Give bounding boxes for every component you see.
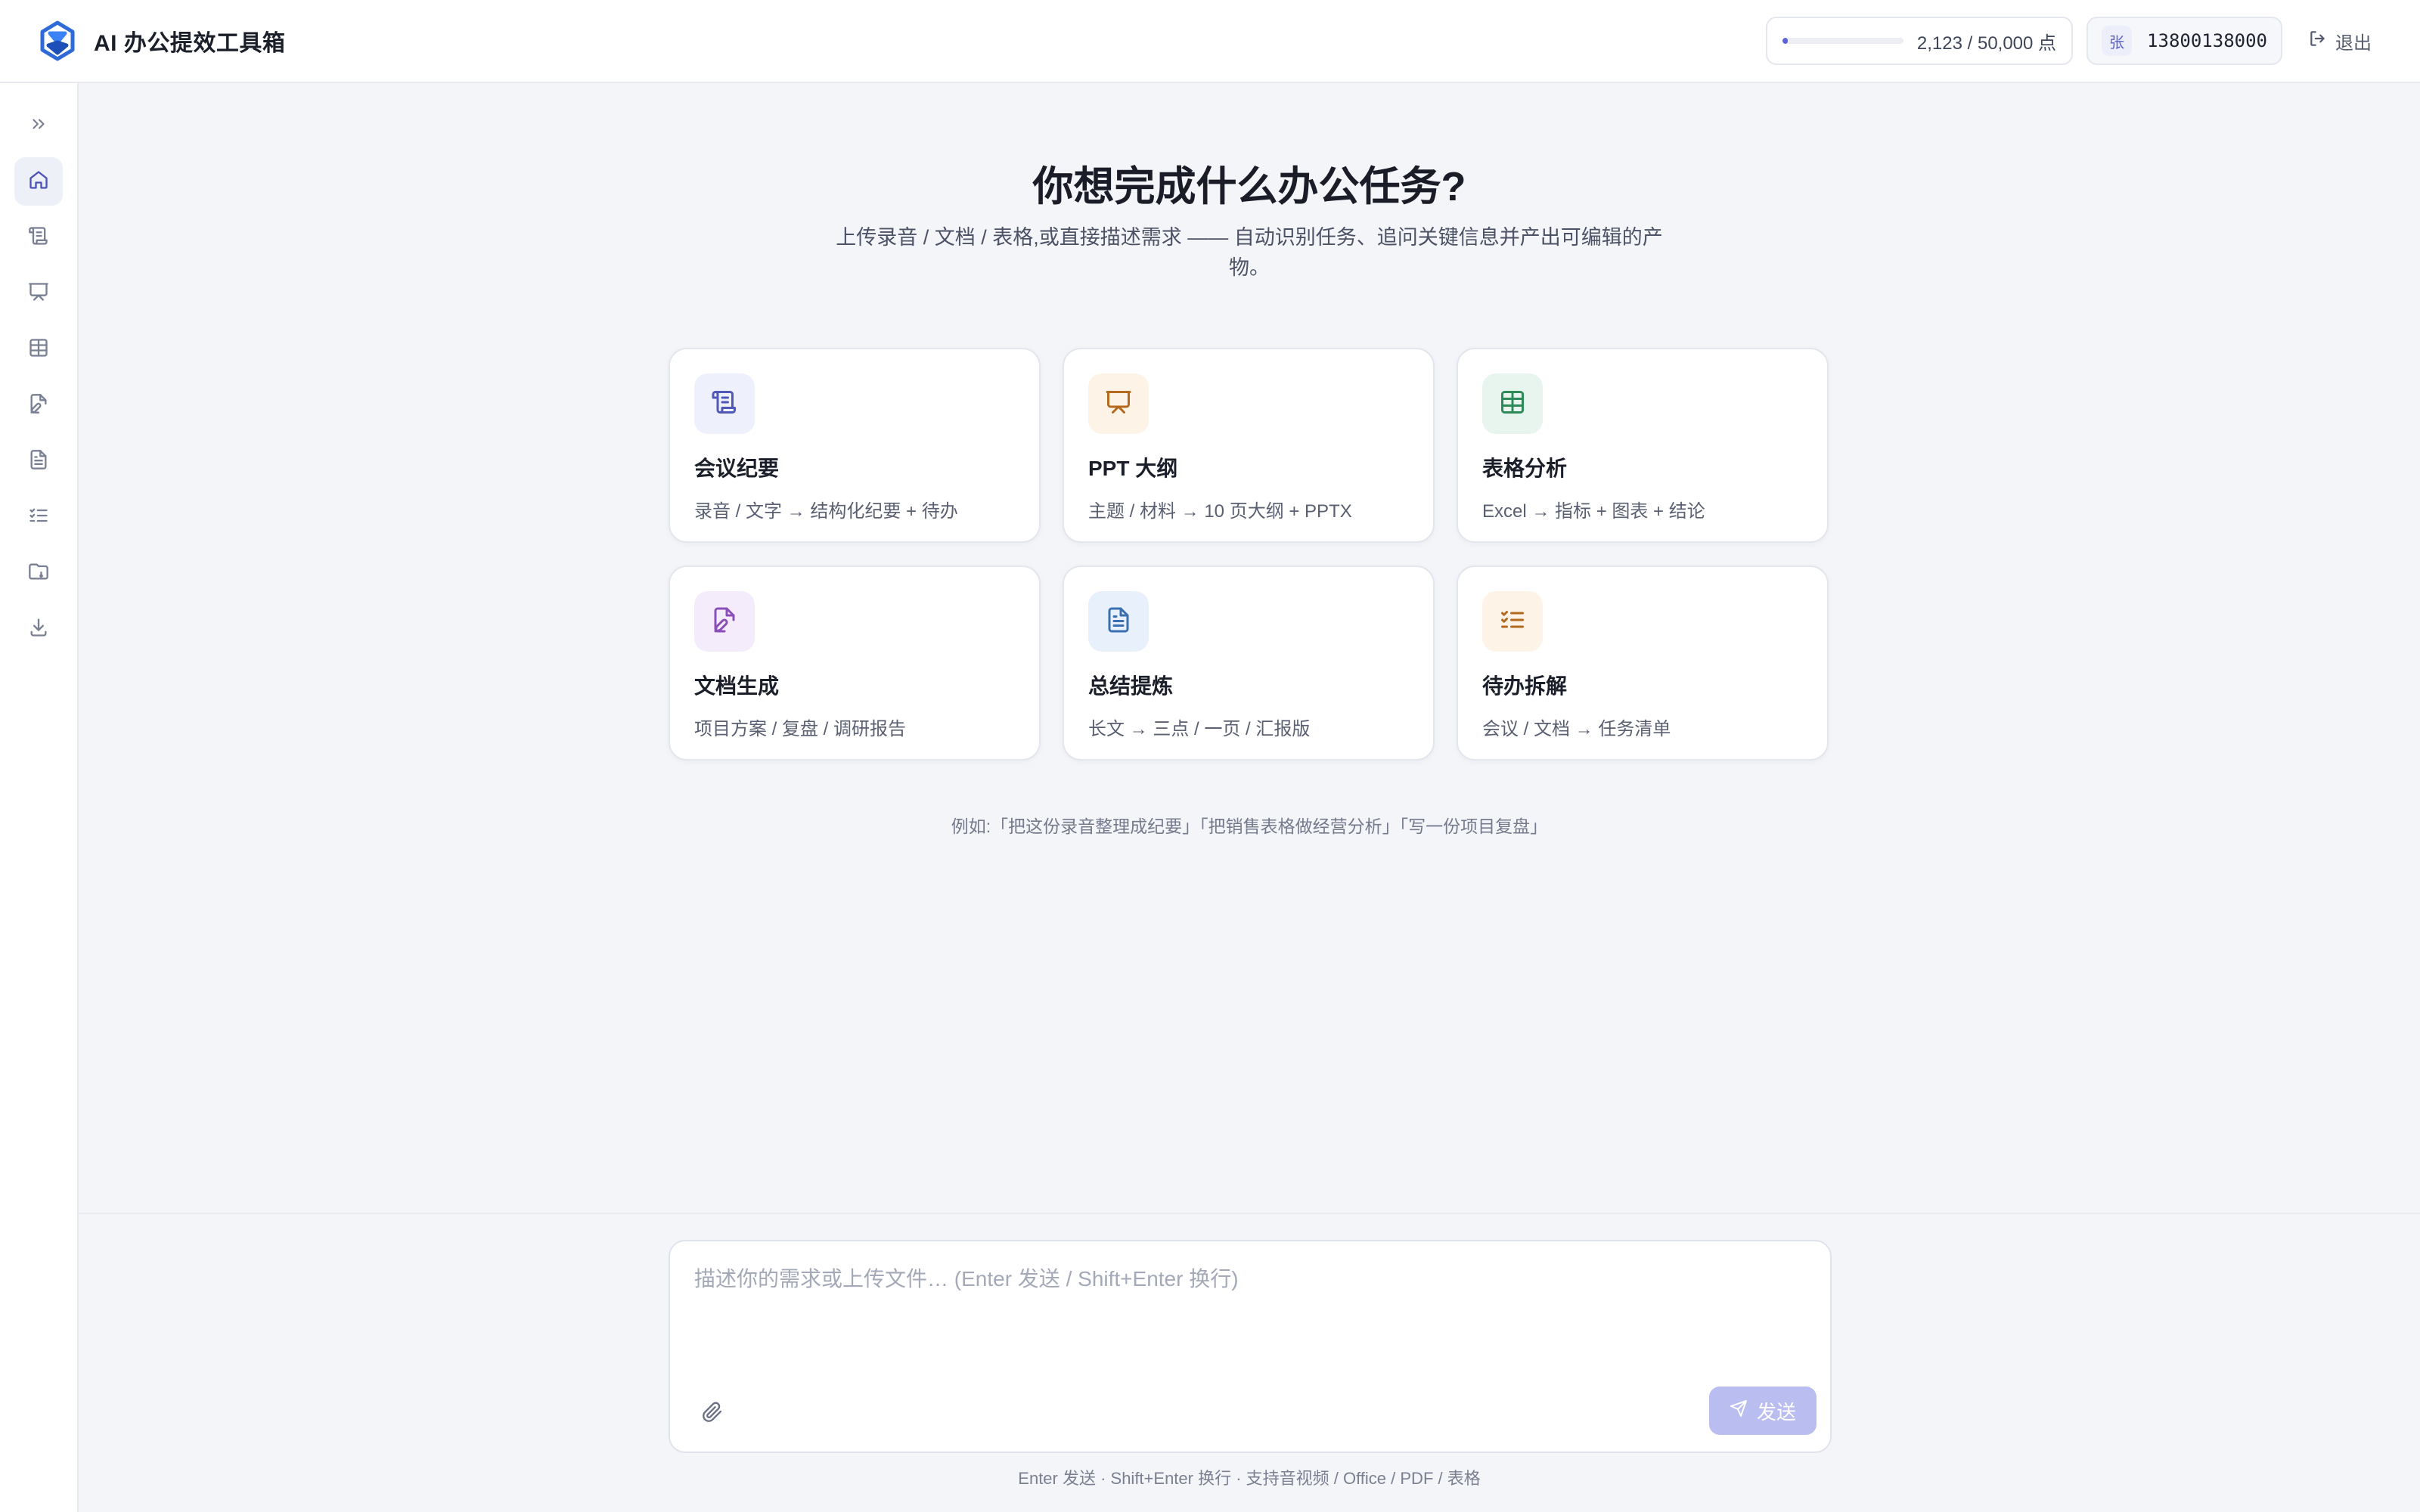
- request-input[interactable]: [694, 1263, 1798, 1353]
- sidebar-item-meeting-minutes[interactable]: [14, 213, 63, 262]
- card-title: PPT 大纲: [1088, 457, 1178, 480]
- card-icon-box: [1088, 591, 1149, 652]
- file-text-icon: [28, 449, 49, 474]
- sidebar-item-downloads[interactable]: [14, 605, 63, 653]
- card-icon-box: [1088, 373, 1149, 434]
- card-description: 项目方案 / 复盘 / 调研报告: [694, 719, 907, 739]
- presentation-icon: [1105, 389, 1132, 420]
- list-checks-icon: [28, 505, 49, 530]
- app-root: AI 办公提效工具箱 2,123 / 50,000 点 张 1380013800…: [0, 0, 2420, 1512]
- task-card-todo-breakdown[interactable]: 待办拆解 会议 / 文档 → 任务清单: [1457, 565, 1829, 761]
- card-title: 待办拆解: [1482, 674, 1568, 698]
- card-icon-box: [1482, 591, 1543, 652]
- send-icon: [1730, 1399, 1748, 1423]
- account-phone: 13800138000: [2147, 30, 2267, 51]
- quota-progress-fill: [1782, 38, 1788, 44]
- file-pen-icon: [711, 606, 738, 637]
- sidebar-item-ppt[interactable]: [14, 269, 63, 318]
- home-icon: [28, 169, 49, 194]
- page-subtitle: 上传录音 / 文档 / 表格,或直接描述需求 —— 自动识别任务、追问关键信息并…: [836, 226, 1663, 279]
- sidebar-item-home[interactable]: [14, 157, 63, 206]
- task-card-summary[interactable]: 总结提炼 长文 → 三点 / 一页 / 汇报版: [1063, 565, 1435, 761]
- file-text-icon: [1105, 606, 1132, 637]
- card-title: 总结提炼: [1088, 674, 1174, 698]
- sidebar-item-todo[interactable]: [14, 493, 63, 541]
- card-description: 主题 / 材料 → 10 页大纲 + PPTX: [1088, 501, 1352, 522]
- quota-progress-bar: [1782, 38, 1903, 44]
- main-content: 你想完成什么办公任务? 上传录音 / 文档 / 表格,或直接描述需求 —— 自动…: [79, 83, 2420, 1213]
- task-card-doc-generation[interactable]: 文档生成 项目方案 / 复盘 / 调研报告: [669, 565, 1041, 761]
- presentation-icon: [28, 281, 49, 306]
- sidebar-item-files[interactable]: [14, 549, 63, 597]
- file-pen-icon: [28, 393, 49, 418]
- task-card-meeting-minutes[interactable]: 会议纪要 录音 / 文字 → 结构化纪要 + 待办: [669, 348, 1041, 543]
- card-icon-box: [694, 373, 755, 434]
- card-description: 录音 / 文字 → 结构化纪要 + 待办: [694, 501, 958, 522]
- scroll-icon: [28, 225, 49, 250]
- header-actions: 2,123 / 50,000 点 张 13800138000 退出: [1765, 17, 2384, 65]
- list-checks-icon: [1499, 606, 1526, 637]
- card-description: 长文 → 三点 / 一页 / 汇报版: [1088, 719, 1311, 739]
- page-title: 你想完成什么办公任务?: [1032, 164, 1466, 209]
- card-title: 表格分析: [1482, 457, 1568, 480]
- task-card-grid: 会议纪要 录音 / 文字 → 结构化纪要 + 待办 PPT 大纲 主题 / 材料…: [669, 348, 1832, 761]
- table-icon: [1499, 389, 1526, 420]
- sidebar-item-summary[interactable]: [14, 437, 63, 485]
- card-description: Excel → 指标 + 图表 + 结论: [1482, 501, 1705, 522]
- account-chip[interactable]: 张 13800138000: [2086, 17, 2282, 65]
- sidebar-expand-button[interactable]: [14, 101, 63, 150]
- send-button[interactable]: 发送: [1709, 1387, 1817, 1435]
- logout-icon: [2308, 29, 2328, 54]
- card-description: 会议 / 文档 → 任务清单: [1482, 719, 1671, 739]
- sidebar: [0, 83, 79, 1512]
- card-icon-box: [1482, 373, 1543, 434]
- sidebar-item-doc-gen[interactable]: [14, 381, 63, 429]
- brand[interactable]: AI 办公提效工具箱: [36, 20, 285, 62]
- app-logo-icon: [36, 20, 79, 62]
- card-icon-box: [694, 591, 755, 652]
- task-card-ppt-outline[interactable]: PPT 大纲 主题 / 材料 → 10 页大纲 + PPTX: [1063, 348, 1435, 543]
- composer-area: 发送 Enter 发送 · Shift+Enter 换行 · 支持音视频 / O…: [79, 1213, 2420, 1512]
- task-card-table-analysis[interactable]: 表格分析 Excel → 指标 + 图表 + 结论: [1457, 348, 1829, 543]
- composer-box: 发送: [669, 1240, 1832, 1453]
- card-title: 文档生成: [694, 674, 780, 698]
- chevrons-right-icon: [29, 114, 48, 138]
- top-bar: AI 办公提效工具箱 2,123 / 50,000 点 张 1380013800…: [0, 0, 2420, 83]
- logout-button[interactable]: 退出: [2296, 17, 2384, 65]
- card-title: 会议纪要: [694, 457, 780, 480]
- composer-hint: Enter 发送 · Shift+Enter 换行 · 支持音视频 / Offi…: [1018, 1469, 1481, 1488]
- app-title: AI 办公提效工具箱: [94, 31, 286, 56]
- attach-button[interactable]: [696, 1397, 729, 1430]
- sidebar-item-table[interactable]: [14, 325, 63, 373]
- send-label: 发送: [1756, 1400, 1796, 1424]
- avatar: 张: [2102, 26, 2133, 56]
- logout-label: 退出: [2335, 33, 2372, 54]
- quota-text: 2,123 / 50,000 点: [1916, 33, 2057, 54]
- example-prompts: 例如:「把这份录音整理成纪要」「把销售表格做经营分析」「写一份项目复盘」: [951, 816, 1548, 836]
- scroll-icon: [711, 389, 738, 420]
- paperclip-icon: [702, 1402, 723, 1427]
- points-quota[interactable]: 2,123 / 50,000 点: [1765, 17, 2074, 65]
- download-icon: [28, 617, 49, 642]
- folder-icon: [28, 561, 49, 586]
- table-icon: [28, 337, 49, 362]
